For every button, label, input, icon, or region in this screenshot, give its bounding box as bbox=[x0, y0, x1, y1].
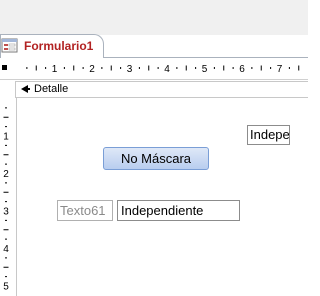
section-bar-detalle[interactable]: Detalle bbox=[16, 81, 308, 98]
ruler-tick bbox=[3, 229, 9, 231]
ruler-label: 5 bbox=[202, 64, 208, 75]
ruler-label: 2 bbox=[3, 169, 9, 180]
ruler-tick bbox=[120, 67, 122, 69]
vertical-ruler[interactable]: 1 2 3 4 5 bbox=[0, 98, 17, 296]
ruler-label: 4 bbox=[164, 64, 170, 75]
ruler-tick bbox=[288, 67, 290, 69]
section-collapse-icon bbox=[19, 83, 31, 95]
ruler-tick bbox=[176, 67, 178, 69]
ruler-tick bbox=[73, 65, 75, 71]
tab-formulario1[interactable]: Formulario1 bbox=[0, 34, 104, 58]
ruler-tick bbox=[5, 163, 7, 165]
ruler-tick bbox=[298, 65, 300, 71]
no-mascara-button[interactable]: No Máscara bbox=[103, 147, 209, 170]
ruler-tick bbox=[45, 67, 47, 69]
ruler-label: 6 bbox=[239, 64, 245, 75]
ruler-origin-marker bbox=[2, 65, 7, 70]
tab-label: Formulario1 bbox=[24, 39, 94, 53]
label-texto61[interactable]: Texto61 bbox=[57, 200, 113, 221]
ruler-label: 2 bbox=[89, 64, 95, 75]
ruler-label: 3 bbox=[3, 207, 9, 218]
ruler-label: 7 bbox=[277, 64, 283, 75]
ruler-tick bbox=[5, 276, 7, 278]
ruler-tick bbox=[5, 126, 7, 128]
ruler-tick bbox=[3, 116, 9, 118]
ruler-label: 1 bbox=[3, 132, 9, 143]
form-selector[interactable] bbox=[0, 81, 16, 98]
ruler-tick bbox=[223, 65, 225, 71]
ruler-tick bbox=[63, 67, 65, 69]
ruler-tick bbox=[270, 67, 272, 69]
ruler-tick bbox=[148, 65, 150, 71]
ruler-tick bbox=[82, 67, 84, 69]
horizontal-ruler[interactable]: 1 2 3 4 5 6 7 bbox=[0, 58, 308, 80]
top-bar bbox=[0, 0, 308, 35]
ruler-label: 1 bbox=[52, 64, 58, 75]
ruler-tick bbox=[26, 67, 28, 69]
textbox-independiente-top[interactable]: Independiente bbox=[247, 125, 290, 145]
ruler-tick bbox=[195, 67, 197, 69]
ruler-tick bbox=[157, 67, 159, 69]
ruler-tick bbox=[260, 65, 262, 71]
ruler-tick bbox=[5, 257, 7, 259]
ruler-label: 4 bbox=[3, 244, 9, 255]
section-label: Detalle bbox=[34, 83, 69, 95]
ruler-label: 5 bbox=[3, 282, 9, 293]
ruler-tick bbox=[5, 201, 7, 203]
form-icon bbox=[1, 38, 18, 53]
ruler-tick bbox=[5, 238, 7, 240]
ruler-tick bbox=[110, 65, 112, 71]
ruler-tick bbox=[3, 191, 9, 193]
ruler-tick bbox=[213, 67, 215, 69]
ruler-tick bbox=[3, 154, 9, 156]
ruler-tick bbox=[5, 107, 7, 109]
ruler-tick bbox=[35, 65, 37, 71]
ruler-tick bbox=[232, 67, 234, 69]
textbox-independiente[interactable]: Independiente bbox=[117, 200, 240, 221]
ruler-tick bbox=[251, 67, 253, 69]
ruler-label: 3 bbox=[127, 64, 133, 75]
ruler-tick bbox=[3, 266, 9, 268]
ruler-tick bbox=[5, 182, 7, 184]
ruler-tick bbox=[101, 67, 103, 69]
ruler-tick bbox=[5, 219, 7, 221]
ruler-tick bbox=[138, 67, 140, 69]
ruler-tick bbox=[185, 65, 187, 71]
ruler-tick bbox=[5, 144, 7, 146]
